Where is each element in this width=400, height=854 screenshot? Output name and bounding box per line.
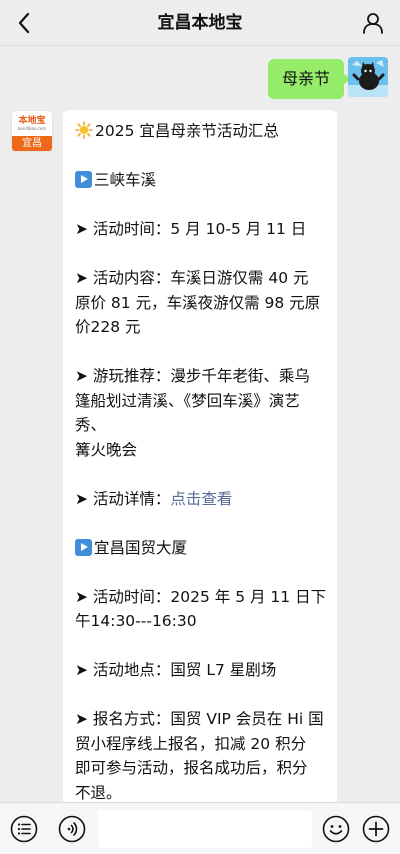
section2-title: 宜昌国贸大厦 xyxy=(75,536,327,561)
s2-time-line-2: 午14:30---16:30 xyxy=(75,612,197,630)
s1-recommend-line-2: 篷船划过清溪、《梦回车溪》演艺秀、 xyxy=(75,391,300,435)
play-icon xyxy=(75,538,92,556)
section2-title-text: 宜昌国贸大厦 xyxy=(94,538,188,557)
chat-header: 宜昌本地宝 xyxy=(0,0,400,46)
s2-signup-line-1: ➤ 报名方式：国贸 VIP 会员在 Hi 国 xyxy=(75,710,324,728)
reply-heading: 2025 宜昌母亲节活动汇总 xyxy=(75,119,327,144)
details-link[interactable]: 点击查看 xyxy=(170,490,232,508)
s2-time-line-1: ➤ 活动时间：2025 年 5 月 11 日下 xyxy=(75,587,327,606)
play-icon xyxy=(75,171,92,188)
s1-time: ➤ 活动时间：5 月 10-5 月 11 日 xyxy=(75,220,307,238)
s1-detail: ➤ 活动详情：点击查看 xyxy=(75,487,327,512)
logo-subtext: bendibao.com xyxy=(17,126,47,131)
person-icon xyxy=(363,13,383,34)
message-input[interactable] xyxy=(98,810,312,848)
logo-text: 本地宝 xyxy=(18,116,46,126)
bot-avatar[interactable]: 本地宝 bendibao.com 宜昌 xyxy=(11,110,53,152)
s1-content-line-2: 原价 81 元，车溪夜游仅需 98 元原 xyxy=(75,293,321,312)
list-menu-icon xyxy=(10,815,38,843)
avatar-cat-image xyxy=(348,57,388,97)
city-label: 宜昌 xyxy=(12,136,52,151)
s1-content-line-3: 价228 元 xyxy=(75,318,141,336)
s1-recommend-line-3: 篝火晚会 xyxy=(75,440,138,459)
s2-signup-line-2: 贸小程序线上报名，扣减 20 积分 xyxy=(75,734,307,753)
voice-button[interactable] xyxy=(58,815,86,843)
profile-button[interactable] xyxy=(360,9,386,37)
voice-icon xyxy=(58,815,86,843)
emoji-button[interactable] xyxy=(322,815,350,843)
s1-detail-label: ➤ 活动详情： xyxy=(75,489,171,508)
menu-button[interactable] xyxy=(10,815,38,843)
reply-message-card[interactable]: 2025 宜昌母亲节活动汇总 三峡车溪 ➤ 活动时间：5 月 10-5 月 11… xyxy=(63,110,337,810)
s2-place: ➤ 活动地点：国贸 L7 星剧场 xyxy=(75,661,277,679)
outgoing-message-bubble[interactable]: 母亲节 xyxy=(267,59,352,99)
s2-signup-line-3: 即可参与活动，报名成功后，积分 xyxy=(75,759,308,777)
bendibao-logo: 本地宝 bendibao.com xyxy=(12,111,52,136)
reply-heading-text: 2025 宜昌母亲节活动汇总 xyxy=(95,122,279,140)
section1-title: 三峡车溪 xyxy=(75,168,327,193)
emoji-icon xyxy=(322,815,350,843)
back-button[interactable] xyxy=(12,10,36,36)
section1-title-text: 三峡车溪 xyxy=(94,171,157,189)
input-toolbar xyxy=(0,802,400,854)
s1-content-line-1: ➤ 活动内容：车溪日游仅需 40 元 xyxy=(75,269,309,287)
chevron-left-icon xyxy=(18,12,30,34)
chat-title: 宜昌本地宝 xyxy=(157,13,243,33)
my-avatar[interactable] xyxy=(348,57,388,97)
plus-circle-icon xyxy=(362,815,390,843)
add-button[interactable] xyxy=(362,815,390,843)
s1-recommend-line-1: ➤ 游玩推荐：漫步千年老街、乘乌 xyxy=(75,367,310,385)
sun-icon xyxy=(75,121,93,139)
